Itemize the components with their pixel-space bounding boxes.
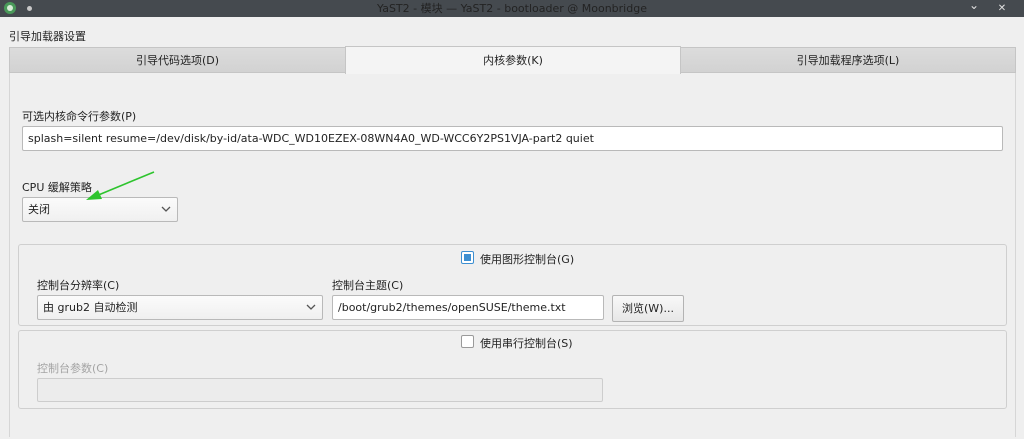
graphical-console-checkbox[interactable] <box>461 251 474 264</box>
console-params-input <box>37 378 603 402</box>
chevron-down-icon <box>306 296 316 328</box>
graphical-console-label[interactable]: 使用图形控制台(G) <box>480 251 574 267</box>
close-icon[interactable]: ✕ <box>995 0 1009 17</box>
console-theme-label: 控制台主题(C) <box>332 279 404 292</box>
kernel-params-input[interactable]: splash=silent resume=/dev/disk/by-id/ata… <box>22 126 1003 151</box>
browse-button[interactable]: 浏览(W)... <box>612 295 684 322</box>
tab-bootloader-options[interactable]: 引导加载程序选项(L) <box>680 47 1016 73</box>
serial-console-checkbox[interactable] <box>461 335 474 348</box>
console-theme-input[interactable]: /boot/grub2/themes/openSUSE/theme.txt <box>332 295 604 320</box>
window-title: YaST2 - 模块 — YaST2 - bootloader @ Moonbr… <box>377 2 647 15</box>
annotation-arrow-icon <box>86 171 155 200</box>
minimize-icon[interactable]: ⌄ <box>967 0 981 14</box>
tab-boot-code-options[interactable]: 引导代码选项(D) <box>9 47 346 73</box>
cpu-mitigation-value: 关闭 <box>28 203 50 216</box>
serial-console-label[interactable]: 使用串行控制台(S) <box>480 335 573 351</box>
kernel-params-label: 可选内核命令行参数(P) <box>22 110 137 123</box>
console-resolution-label: 控制台分辨率(C) <box>37 279 120 292</box>
console-resolution-value: 由 grub2 自动检测 <box>43 301 138 314</box>
dialog-title: 引导加载器设置 <box>9 30 86 43</box>
chevron-down-icon <box>161 198 171 230</box>
console-resolution-select[interactable]: 由 grub2 自动检测 <box>37 295 323 320</box>
tab-kernel-parameters[interactable]: 内核参数(K) <box>345 46 681 74</box>
console-params-label: 控制台参数(C) <box>37 362 109 375</box>
